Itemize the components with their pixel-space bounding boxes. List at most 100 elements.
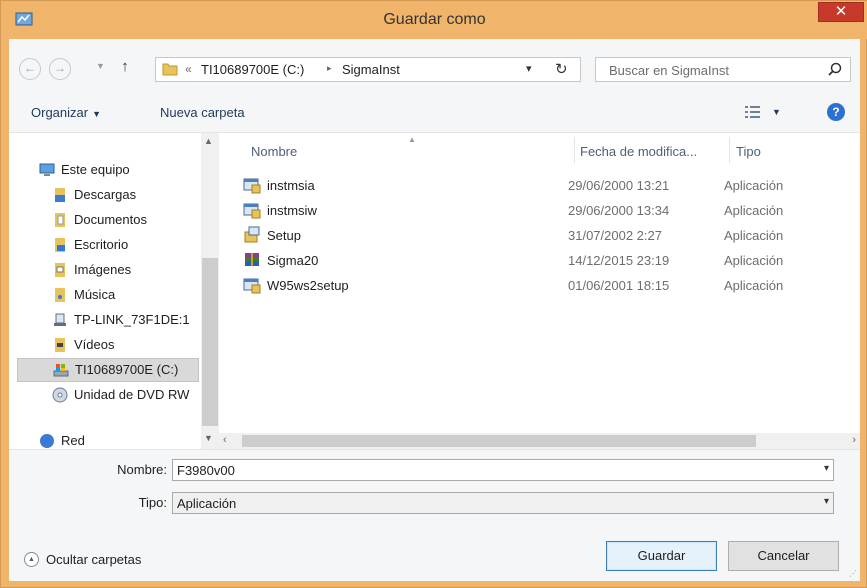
- file-type: Aplicación: [724, 253, 784, 268]
- nav-item-escritorio[interactable]: Escritorio: [52, 233, 219, 257]
- nav-item-label: Imágenes: [74, 262, 132, 277]
- dialog-body: ← → ▼ ↑ « TI10689700E (C:) ▸ SigmaInst ▾…: [9, 39, 860, 581]
- file-type: Aplicación: [724, 203, 784, 218]
- chevron-down-icon[interactable]: ▾: [824, 496, 829, 507]
- file-type: Aplicación: [724, 178, 784, 193]
- scroll-down-icon[interactable]: ▼: [204, 433, 213, 443]
- file-name: instmsia: [267, 178, 315, 193]
- nav-item-label: TI10689700E (C:): [75, 362, 179, 377]
- file-row[interactable]: instmsiw 29/06/2000 13:34 Aplicación: [241, 198, 841, 223]
- title-bar[interactable]: Guardar como ✕: [1, 1, 867, 39]
- new-folder-button[interactable]: Nueva carpeta: [160, 105, 245, 120]
- nav-scroll-thumb[interactable]: [202, 258, 218, 426]
- breadcrumb-separator[interactable]: ▸: [327, 63, 332, 74]
- documents-icon: [55, 213, 65, 227]
- nav-item-imagenes[interactable]: Imágenes: [52, 258, 219, 282]
- network-icon: [40, 434, 54, 448]
- collapse-icon: ▲: [24, 552, 39, 567]
- chevron-down-icon: ▼: [92, 109, 101, 119]
- videos-icon: [55, 338, 65, 352]
- save-options-panel: Nombre: F3980v00 ▾ Tipo: Aplicación ▾ ▲ …: [9, 449, 860, 581]
- nav-item-label: Descargas: [74, 187, 137, 202]
- desktop-folder-icon: [55, 238, 65, 252]
- file-row[interactable]: Setup 31/07/2002 2:27 Aplicación: [241, 223, 841, 248]
- downloads-icon: [55, 188, 65, 202]
- installer-icon: [243, 278, 261, 294]
- file-name: Setup: [267, 228, 301, 243]
- horizontal-scrollbar[interactable]: ‹ ›: [219, 433, 860, 449]
- nav-item-label: Este equipo: [61, 162, 130, 177]
- nav-item-label: Red: [61, 433, 85, 448]
- view-options-icon[interactable]: [744, 104, 762, 120]
- close-button[interactable]: ✕: [818, 2, 864, 22]
- column-divider[interactable]: [729, 137, 730, 163]
- nav-scrollbar[interactable]: ▲ ▼: [201, 133, 219, 449]
- nav-item-descargas[interactable]: Descargas: [52, 183, 219, 207]
- nav-item-drive-c[interactable]: TI10689700E (C:): [17, 358, 199, 382]
- file-row[interactable]: instmsia 29/06/2000 13:21 Aplicación: [241, 173, 841, 198]
- up-button[interactable]: ↑: [116, 58, 134, 80]
- file-name: instmsiw: [267, 203, 317, 218]
- breadcrumb-folder[interactable]: SigmaInst: [342, 62, 400, 77]
- nav-item-musica[interactable]: Música: [52, 283, 219, 307]
- file-type-select[interactable]: Aplicación ▾: [172, 492, 834, 514]
- nav-item-label: TP-LINK_73F1DE:1: [74, 312, 190, 327]
- file-date: 01/06/2001 18:15: [568, 278, 670, 293]
- nav-item-documentos[interactable]: Documentos: [52, 208, 219, 232]
- sort-ascending-icon: ▲: [408, 135, 416, 144]
- address-bar[interactable]: « TI10689700E (C:) ▸ SigmaInst ▾ ↻: [155, 57, 581, 82]
- search-placeholder: Buscar en SigmaInst: [609, 63, 729, 78]
- file-list[interactable]: ▲ Nombre Fecha de modifica... Tipo instm…: [219, 133, 860, 433]
- file-row[interactable]: Sigma20 14/12/2015 23:19 Aplicación: [241, 248, 841, 273]
- file-name-value: F3980v00: [177, 463, 235, 478]
- file-type: Aplicación: [724, 278, 784, 293]
- setup-icon: [244, 226, 260, 243]
- refresh-icon[interactable]: ↻: [555, 60, 568, 78]
- navigation-pane[interactable]: Este equipo Descargas Documentos Escrito…: [9, 133, 219, 449]
- file-name: Sigma20: [267, 253, 319, 268]
- save-as-dialog: Guardar como ✕ ← → ▼ ↑ « TI10689700E (C:…: [0, 0, 867, 588]
- file-row[interactable]: W95ws2setup 01/06/2001 18:15 Aplicación: [241, 273, 841, 298]
- scroll-right-icon[interactable]: ›: [852, 434, 856, 446]
- forward-button[interactable]: →: [49, 58, 71, 80]
- nav-item-videos[interactable]: Vídeos: [52, 333, 219, 357]
- nav-item-label: Música: [74, 287, 116, 302]
- file-date: 29/06/2000 13:21: [568, 178, 670, 193]
- nav-item-label: Escritorio: [74, 237, 129, 252]
- scroll-up-icon[interactable]: ▲: [204, 136, 213, 146]
- overflow-chevron[interactable]: «: [185, 62, 192, 76]
- back-button[interactable]: ←: [19, 58, 41, 80]
- chevron-down-icon[interactable]: ▾: [824, 463, 829, 474]
- column-divider[interactable]: [574, 137, 575, 163]
- organize-menu[interactable]: Organizar ▼: [31, 105, 101, 120]
- nav-item-tp-link[interactable]: TP-LINK_73F1DE:1: [52, 308, 219, 332]
- nav-item-dvd[interactable]: Unidad de DVD RW: [52, 383, 219, 407]
- dvd-icon: [52, 387, 68, 403]
- save-button[interactable]: Guardar: [606, 541, 717, 571]
- file-name-label: Nombre:: [117, 462, 167, 477]
- archive-icon: [245, 253, 259, 266]
- file-date: 14/12/2015 23:19: [568, 253, 670, 268]
- view-dropdown[interactable]: ▼: [772, 107, 781, 117]
- recent-locations-dropdown[interactable]: ▼: [96, 61, 105, 71]
- address-dropdown[interactable]: ▾: [526, 62, 532, 75]
- file-date: 29/06/2000 13:34: [568, 203, 670, 218]
- horizontal-scroll-thumb[interactable]: [242, 435, 756, 447]
- help-icon[interactable]: ?: [827, 103, 845, 121]
- column-header-date[interactable]: Fecha de modifica...: [580, 144, 697, 159]
- breadcrumb-drive[interactable]: TI10689700E (C:): [201, 62, 304, 77]
- scroll-left-icon[interactable]: ‹: [223, 434, 227, 446]
- resize-grip-icon[interactable]: ⋰: [849, 569, 857, 578]
- nav-item-red[interactable]: Red: [39, 429, 219, 449]
- cancel-button[interactable]: Cancelar: [728, 541, 839, 571]
- column-header-name[interactable]: Nombre: [251, 144, 297, 159]
- file-name-field[interactable]: F3980v00 ▾: [172, 459, 834, 481]
- network-device-icon: [54, 313, 66, 326]
- file-name: W95ws2setup: [267, 278, 349, 293]
- hide-folders-label: Ocultar carpetas: [46, 552, 142, 567]
- nav-item-label: Documentos: [74, 212, 147, 227]
- search-input[interactable]: Buscar en SigmaInst: [595, 57, 851, 82]
- search-icon[interactable]: [827, 61, 843, 77]
- nav-item-este-equipo[interactable]: Este equipo: [39, 158, 219, 182]
- column-header-type[interactable]: Tipo: [736, 144, 761, 159]
